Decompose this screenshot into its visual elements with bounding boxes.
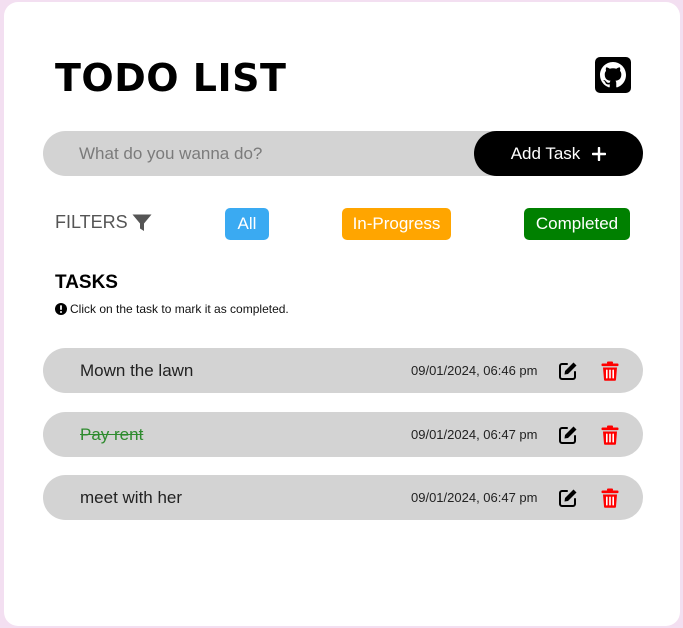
filter-icon [132,214,152,231]
task-text: meet with her [80,488,183,507]
trash-icon[interactable] [599,487,621,509]
tasks-hint-text: Click on the task to mark it as complete… [70,302,289,316]
tasks-heading: TASKS [55,272,118,293]
filter-completed-button[interactable]: Completed [524,208,630,240]
plus-icon [592,146,607,161]
filters-text: FILTERS [55,212,128,232]
add-task-label: Add Task [510,143,581,163]
trash-icon[interactable] [599,424,621,446]
edit-icon[interactable] [557,487,579,509]
tasks-hint: Click on the task to mark it as complete… [55,302,289,316]
task-text: Mown the lawn [80,361,194,380]
trash-icon[interactable] [599,360,621,382]
todo-card: TODO LIST Add Task FILTERS All In-Progre… [4,2,680,626]
edit-icon[interactable] [557,360,579,382]
filter-all-button[interactable]: All [225,208,269,240]
task-row[interactable]: Pay rent 09/01/2024, 06:47 pm [43,412,643,457]
task-row[interactable]: Mown the lawn 09/01/2024, 06:46 pm [43,348,643,393]
task-date: 09/01/2024, 06:46 pm [411,363,538,378]
filter-in-progress-button[interactable]: In-Progress [342,208,451,240]
add-task-button[interactable]: Add Task [474,131,643,176]
edit-icon[interactable] [557,424,579,446]
github-icon[interactable] [595,57,631,93]
task-date: 09/01/2024, 06:47 pm [411,427,538,442]
exclamation-circle-icon [55,303,67,315]
task-form: Add Task [43,131,643,176]
task-text: Pay rent [80,425,144,444]
task-date: 09/01/2024, 06:47 pm [411,490,538,505]
filters-label: FILTERS [55,212,152,233]
app-title: TODO LIST [55,56,287,100]
task-row[interactable]: meet with her 09/01/2024, 06:47 pm [43,475,643,520]
task-input[interactable] [79,131,459,176]
